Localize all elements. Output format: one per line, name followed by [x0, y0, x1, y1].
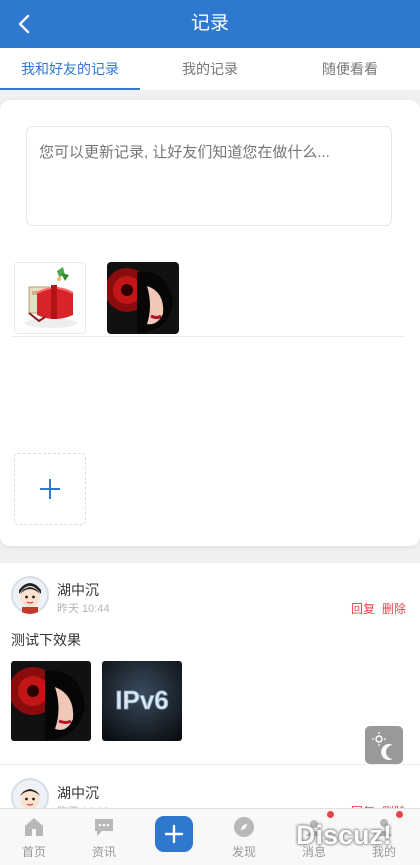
attached-image-portrait[interactable]: [107, 262, 179, 334]
record-input[interactable]: [26, 126, 392, 226]
message-icon: [306, 820, 322, 836]
chat-icon: [95, 819, 113, 836]
nav-news-label: 资讯: [91, 845, 116, 859]
nav-profile-label: 我的: [371, 845, 396, 859]
nav-messages-label: 消息: [301, 845, 326, 859]
tab-my-records[interactable]: 我的记录: [140, 48, 280, 90]
nav-home[interactable]: 首页: [4, 809, 64, 865]
divider: [12, 336, 404, 337]
plus-icon: [164, 824, 184, 844]
post-username[interactable]: 湖中沉: [57, 783, 99, 803]
reply-button[interactable]: 回复: [351, 600, 375, 617]
post-image-ipv6[interactable]: IPv6: [102, 661, 182, 741]
user-icon: [376, 819, 392, 836]
post-time: 昨天 10:44: [57, 603, 110, 615]
add-image-button[interactable]: [14, 453, 86, 525]
plus-icon: [40, 479, 60, 499]
moon-sun-icon: [372, 732, 393, 760]
post-image-portrait[interactable]: [11, 661, 91, 741]
avatar[interactable]: [11, 576, 49, 614]
bottom-nav: 首页 资讯 发现 消息 我的: [0, 808, 420, 865]
unread-badge: [327, 811, 334, 818]
post-text: 测试下效果: [11, 632, 81, 648]
nav-messages[interactable]: 消息: [284, 809, 344, 865]
post-username[interactable]: 湖中沉: [57, 580, 99, 600]
delete-button[interactable]: 删除: [382, 600, 406, 617]
ipv6-label: IPv6: [115, 685, 169, 715]
profile-badge: [396, 811, 403, 818]
compass-icon: [234, 817, 254, 837]
nav-news[interactable]: 资讯: [74, 809, 134, 865]
home-icon: [25, 818, 43, 836]
compose-card: 发布: [0, 100, 420, 618]
night-mode-button[interactable]: [365, 726, 403, 764]
app-header: 记录: [0, 0, 420, 48]
tab-browse[interactable]: 随便看看: [280, 48, 420, 90]
nav-discover-label: 发现: [231, 845, 256, 859]
nav-home-label: 首页: [21, 845, 46, 859]
nav-profile[interactable]: 我的: [354, 809, 414, 865]
page-title: 记录: [190, 13, 229, 34]
nav-discover[interactable]: 发现: [214, 809, 274, 865]
tab-bar: 我和好友的记录 我的记录 随便看看: [0, 48, 420, 90]
record-feed: 湖中沉 昨天 10:44 回复 删除 测试下效果 IPv6 湖中沉: [0, 563, 420, 819]
back-button[interactable]: [10, 10, 38, 38]
chevron-left-icon: [18, 14, 30, 34]
tab-friends-records[interactable]: 我和好友的记录: [0, 48, 140, 90]
attached-image-mailbox[interactable]: [14, 262, 86, 334]
feed-divider: [0, 764, 420, 765]
nav-post-button[interactable]: [155, 816, 193, 852]
